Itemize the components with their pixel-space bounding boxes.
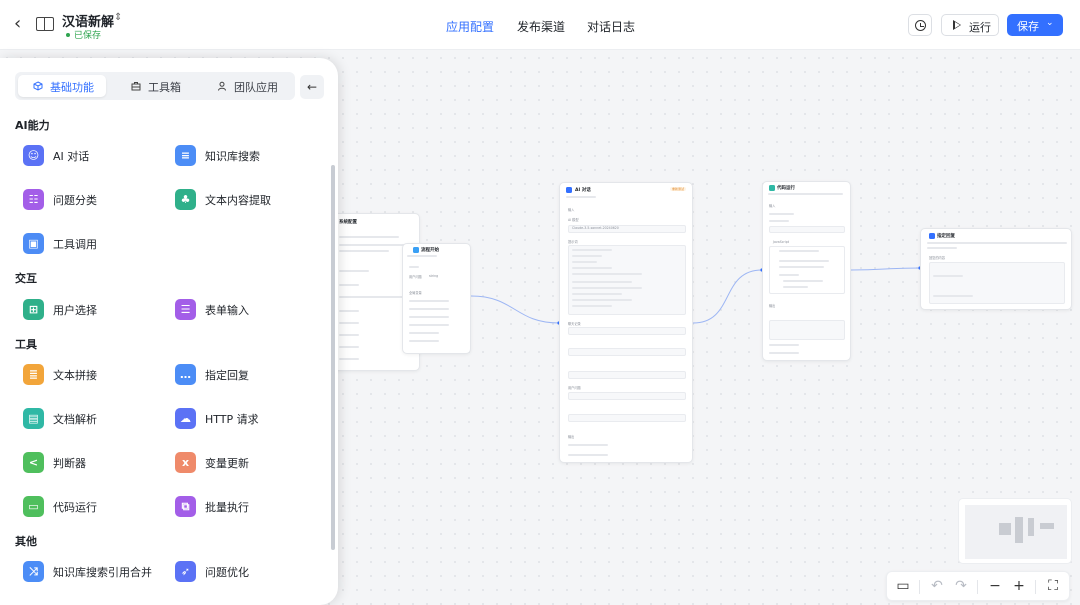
node-ai-chat[interactable]: AI 对话 重新测试 输入 AI 模型 Claude-3-5-sonnet-20… [559,182,693,463]
input-header: 输入 [769,204,776,208]
model-label: AI 模型 [568,218,579,222]
branch-icon: < [28,456,39,469]
input-header: 输入 [568,208,575,212]
item-label: 知识库搜索 [205,150,260,163]
form-icon: ☰ [180,303,191,316]
output-header: 输出 [769,304,776,308]
node-title: 流程开始 [421,248,439,253]
item-label: 工具调用 [53,238,97,251]
edge-start-to-ai[interactable] [470,295,560,324]
tab-label: 团队应用 [234,81,278,94]
tab-label: 工具箱 [148,81,181,94]
tab-basic-functions[interactable]: 基础功能 [18,75,106,97]
item-label: 表单输入 [205,304,249,317]
arrow-left-icon[interactable]: ← [300,75,324,99]
chat-bubble-icon: … [180,368,191,381]
item-label: 变量更新 [205,457,249,470]
tab-team-apps[interactable]: 团队应用 [197,75,291,97]
cloud-icon: ☁ [180,412,191,425]
tab-toolbox[interactable]: 工具箱 [111,75,191,97]
node-title: 指定回复 [937,234,955,239]
redo-icon[interactable]: ↷ [953,578,969,594]
reply-content-box[interactable] [929,262,1065,304]
model-name: Claude-3-5-sonnet-20240620 [572,226,619,230]
ai-icon [566,187,572,193]
database-icon: ≡ [180,149,191,162]
node-code-run[interactable]: 代码运行 输入 JavaScript 输出 [762,181,851,361]
item-label: HTTP 请求 [205,413,259,426]
section-interaction: 交互 [15,272,37,285]
select-icon: ⊞ [28,303,39,316]
tab-label: 基础功能 [50,81,94,94]
section-other: 其他 [15,535,37,548]
toolbox-icon [131,82,141,91]
extract-icon: ♣ [180,193,191,206]
item-label: 指定回复 [205,369,249,382]
item-label: AI 对话 [53,150,90,163]
item-label: 文档解析 [53,413,97,426]
rocket-icon: ➶ [180,565,191,578]
undo-icon[interactable]: ↶ [929,578,945,594]
reply-icon [929,233,935,239]
prompt-label: 提示词 [568,240,578,244]
user-question-label: 用户问题 [568,386,581,390]
node-library-panel: 基础功能 工具箱 团队应用 ← AI能力 ☺ AI 对话 ≡ 知识库搜索 ☷ 问… [0,58,338,605]
cube-icon [33,81,43,91]
edge-code-to-reply[interactable] [850,267,921,271]
terminal-icon: ▭ [28,500,39,513]
node-title: AI 对话 [575,188,591,193]
edge-ai-to-code[interactable] [692,269,763,324]
item-label: 用户选择 [53,304,97,317]
node-flow-start[interactable]: 流程开始 用户问题 string 全局变量 [402,243,471,354]
item-label: 文本拼接 [53,369,97,382]
panel-tab-bar: 基础功能 工具箱 团队应用 [15,72,295,100]
fit-view-icon[interactable]: ⛶ [1045,578,1061,594]
item-label: 判断器 [53,457,86,470]
item-label: 问题分类 [53,194,97,207]
zoom-in-icon[interactable]: + [1011,578,1027,594]
node-specified-reply[interactable]: 指定回复 回复的内容 [920,228,1072,310]
text-icon: ≣ [28,368,39,381]
toolbox-icon: ▣ [28,237,39,250]
minimap[interactable] [958,498,1072,564]
layout-icon[interactable]: ▭ [895,578,911,594]
output-label: 用户问题 [409,275,422,279]
item-label: 问题优化 [205,566,249,579]
item-label: 知识库搜索引用合并 [53,566,152,579]
variable-icon: x [181,456,190,469]
node-title: 代码运行 [777,186,795,191]
batch-icon: ⧉ [181,500,190,513]
reply-field-label: 回复的内容 [929,256,945,260]
zoom-out-icon[interactable]: − [987,578,1003,594]
output-header: 输出 [568,435,575,439]
history-label: 聊天记录 [568,322,581,326]
panel-scrollbar[interactable] [331,165,335,550]
item-label: 批量执行 [205,501,249,514]
classify-icon: ☷ [28,193,39,206]
retest-badge[interactable]: 重新测试 [670,187,687,191]
code-language: JavaScript [773,240,789,244]
node-title: 系统配置 [339,220,357,225]
flag-icon [413,247,419,253]
section-ai-abilities: AI能力 [15,119,50,132]
global-vars-label: 全局变量 [409,291,422,295]
document-icon: ▤ [28,412,39,425]
item-label: 代码运行 [53,501,97,514]
merge-icon: ⤨ [29,565,38,578]
item-label: 文本内容提取 [205,194,271,207]
section-tools: 工具 [15,338,37,351]
code-icon [769,185,775,191]
user-icon [218,81,226,91]
output-type: string [429,274,439,278]
robot-icon: ☺ [27,149,40,162]
canvas-toolbar: ▭ ↶ ↷ − + ⛶ [886,571,1070,601]
